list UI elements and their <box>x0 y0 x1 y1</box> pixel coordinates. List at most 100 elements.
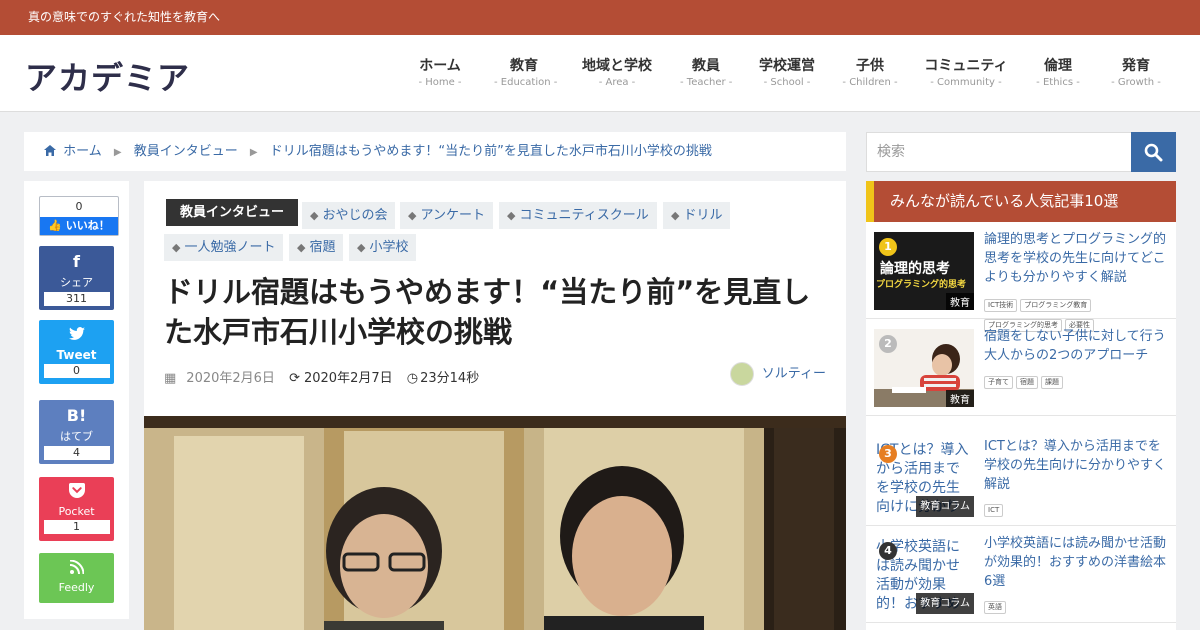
updated-date: 2020年2月7日 <box>303 371 393 386</box>
tag-chip[interactable]: ICT <box>984 504 1004 517</box>
author-name: ソルティー <box>761 366 826 382</box>
feedly-button[interactable]: Feedly <box>39 553 114 603</box>
tag-item[interactable]: ◆ アンケート <box>400 202 493 229</box>
tag-chip[interactable]: 子育て <box>984 376 1013 389</box>
tag-icon: ◆ <box>310 209 319 222</box>
like-count: 0 <box>75 200 83 213</box>
nav-item-children[interactable]: 子供 - Children - <box>842 55 898 88</box>
tag-chip[interactable]: 宿題 <box>1016 376 1038 389</box>
rank-badge: 2 <box>879 335 897 353</box>
reading-time: 23分14秒 <box>420 371 480 386</box>
breadcrumb-category-link[interactable]: 教員インタビュー <box>134 144 238 159</box>
tweet-count: 0 <box>43 364 110 378</box>
tag-chip[interactable]: 課題 <box>1041 376 1063 389</box>
calendar-icon: ▦ <box>164 371 177 386</box>
search-icon <box>1144 143 1163 166</box>
tag-chip[interactable]: ICT技術 <box>984 299 1018 312</box>
home-icon <box>44 133 56 156</box>
clock-icon: ◷ <box>406 371 419 386</box>
article-meta: ▦ 2020年2月6日 ⟳ 2020年2月7日 ◷ 23分14秒 <box>164 367 489 386</box>
chevron-right-icon: ▶ <box>249 147 258 158</box>
nav-item-area[interactable]: 地域と学校 - Area - <box>582 55 652 88</box>
tag-icon: ◆ <box>507 209 516 222</box>
thumbnail-category: 教育コラム <box>916 496 974 517</box>
nav-item-home[interactable]: ホーム - Home - <box>418 55 462 88</box>
search-button[interactable] <box>1131 132 1176 172</box>
popular-articles-title: みんなが読んでいる人気記事10選 <box>866 181 1176 222</box>
tag-icon: ◆ <box>671 209 680 222</box>
tag-icon: ◆ <box>357 241 366 254</box>
nav-item-ethics[interactable]: 倫理 - Ethics - <box>1034 55 1082 88</box>
tag-chip[interactable]: プログラミング教育 <box>1020 299 1092 312</box>
article-thumbnail[interactable]: 3 ICTとは？導入から活用までを学校の先生向けに分かりやすく解説 教育コラム <box>874 439 974 517</box>
tagline-bar: 真の意味でのすぐれた知性を教育へ <box>0 0 1200 35</box>
article: 教員インタビュー ◆ おやじの会 ◆ アンケート ◆ コミュニティスクール ◆ ドリル … <box>144 181 846 630</box>
site-header: アカデミア ホーム - Home - 教育 - Education - 地域と学校 -… <box>0 35 1200 112</box>
thumbnail-category: 教育 <box>946 293 974 310</box>
pocket-button[interactable]: Pocket 1 <box>39 477 114 541</box>
refresh-icon: ⟳ <box>289 371 300 386</box>
tag-icon: ◆ <box>297 241 306 254</box>
tag-chip[interactable]: 英語 <box>984 601 1006 614</box>
tag-icon: ◆ <box>172 241 181 254</box>
popular-articles-widget: みんなが読んでいる人気記事10選 1 論理的思考 プログラミング的思考 教育 論… <box>866 181 1176 630</box>
popular-article-title[interactable]: 小学校英語には読み聞かせ活動が効果的！おすすめの洋書絵本6選 <box>984 534 1170 591</box>
share-buttons-panel: 0 👍 いいね！ f シェア 311 Tweet 0 B! はてブ 4 Pock… <box>24 181 129 619</box>
nav-item-growth[interactable]: 発育 - Growth - <box>1110 55 1162 88</box>
nav-item-education[interactable]: 教育 - Education - <box>494 55 557 88</box>
twitter-bird-icon <box>39 320 114 348</box>
rank-badge: 3 <box>879 445 897 463</box>
thumbs-up-icon: 👍 <box>48 219 62 232</box>
chevron-right-icon: ▶ <box>113 147 122 158</box>
nav-item-school[interactable]: 学校運営 - School - <box>758 55 816 88</box>
like-label: 👍 いいね！ <box>40 217 118 235</box>
facebook-icon: f <box>73 252 80 271</box>
published-date: 2020年2月6日 <box>186 371 275 386</box>
facebook-like-button[interactable]: 0 👍 いいね！ <box>39 196 119 236</box>
article-thumbnail[interactable]: 2 教育 <box>874 329 974 407</box>
hatena-icon: B! <box>66 406 87 425</box>
nav-item-community[interactable]: コミュニティ - Community - <box>922 55 1010 88</box>
tag-item[interactable]: ◆ 宿題 <box>289 234 344 261</box>
article-category-label[interactable]: 教員インタビュー <box>166 199 299 226</box>
nav-item-teacher[interactable]: 教員 - Teacher - <box>680 55 732 88</box>
tag-item[interactable]: ◆ ドリル <box>663 202 731 229</box>
facebook-share-button[interactable]: f シェア 311 <box>39 246 114 310</box>
rss-icon <box>39 553 114 581</box>
popular-article-title[interactable]: ICTとは？導入から活用までを学校の先生向けに分かりやすく解説 <box>984 437 1170 494</box>
tag-item[interactable]: ◆ コミュニティスクール <box>499 202 657 229</box>
search-form: 検索 <box>866 132 1176 172</box>
search-input[interactable]: 検索 <box>866 132 1132 172</box>
site-logo[interactable]: アカデミア <box>25 53 190 99</box>
popular-article-title[interactable]: 宿題をしない子供に対して行う大人からの2つのアプローチ <box>984 327 1170 365</box>
popular-article-item[interactable]: 4 小学校英語には読み聞かせ活動が効果的！おすすめの洋書絵本6選 教育コラム 小… <box>866 526 1176 623</box>
thumbnail-text: 論理的思考 <box>880 261 950 277</box>
popular-article-title[interactable]: 論理的思考とプログラミング的思考を学校の先生に向けてどこよりも分かりやすく解説 <box>984 230 1170 287</box>
tag-item[interactable]: ◆ おやじの会 <box>302 202 396 229</box>
twitter-share-button[interactable]: Tweet 0 <box>39 320 114 384</box>
tag-item[interactable]: ◆ 小学校 <box>349 234 417 261</box>
article-thumbnail[interactable]: 4 小学校英語には読み聞かせ活動が効果的！おすすめの洋書絵本6選 教育コラム <box>874 536 974 614</box>
bookmark-count: 4 <box>43 446 110 460</box>
thumbnail-category: 教育コラム <box>916 593 974 614</box>
tag-icon: ◆ <box>408 209 417 222</box>
breadcrumb-current[interactable]: ドリル宿題はもうやめます！“当たり前”を見直した水戸市石川小学校の挑戦 <box>270 144 712 159</box>
popular-article-tags: 英語 <box>984 594 1009 614</box>
popular-article-item[interactable]: 1 論理的思考 プログラミング的思考 教育 論理的思考とプログラミング的思考を学… <box>866 222 1176 332</box>
popular-article-item[interactable]: 3 ICTとは？導入から活用までを学校の先生向けに分かりやすく解説 教育コラム … <box>866 429 1176 526</box>
breadcrumb: ホーム ▶ 教員インタビュー ▶ ドリル宿題はもうやめます！“当たり前”を見直し… <box>24 132 846 171</box>
site-tagline: 真の意味でのすぐれた知性を教育へ <box>28 10 221 24</box>
popular-article-tags: 子育て 宿題 課題 <box>984 369 1066 389</box>
breadcrumb-home-link[interactable]: ホーム <box>63 144 102 159</box>
share-count: 311 <box>43 292 110 306</box>
tag-item[interactable]: ◆ 一人勉強ノート <box>164 234 284 261</box>
rank-badge: 4 <box>879 542 897 560</box>
pocket-icon <box>39 477 114 505</box>
author-link[interactable]: ソルティー <box>729 362 826 386</box>
article-featured-image <box>144 416 846 630</box>
article-thumbnail[interactable]: 1 論理的思考 プログラミング的思考 教育 <box>874 232 974 310</box>
popular-article-item[interactable]: 2 教育 宿題をしない子供に対して行う大人からの2つのアプローチ 子育て 宿題 課題 <box>866 319 1176 416</box>
hatena-bookmark-button[interactable]: B! はてブ 4 <box>39 400 114 464</box>
avatar <box>729 362 754 386</box>
thumbnail-category: 教育 <box>946 390 974 407</box>
